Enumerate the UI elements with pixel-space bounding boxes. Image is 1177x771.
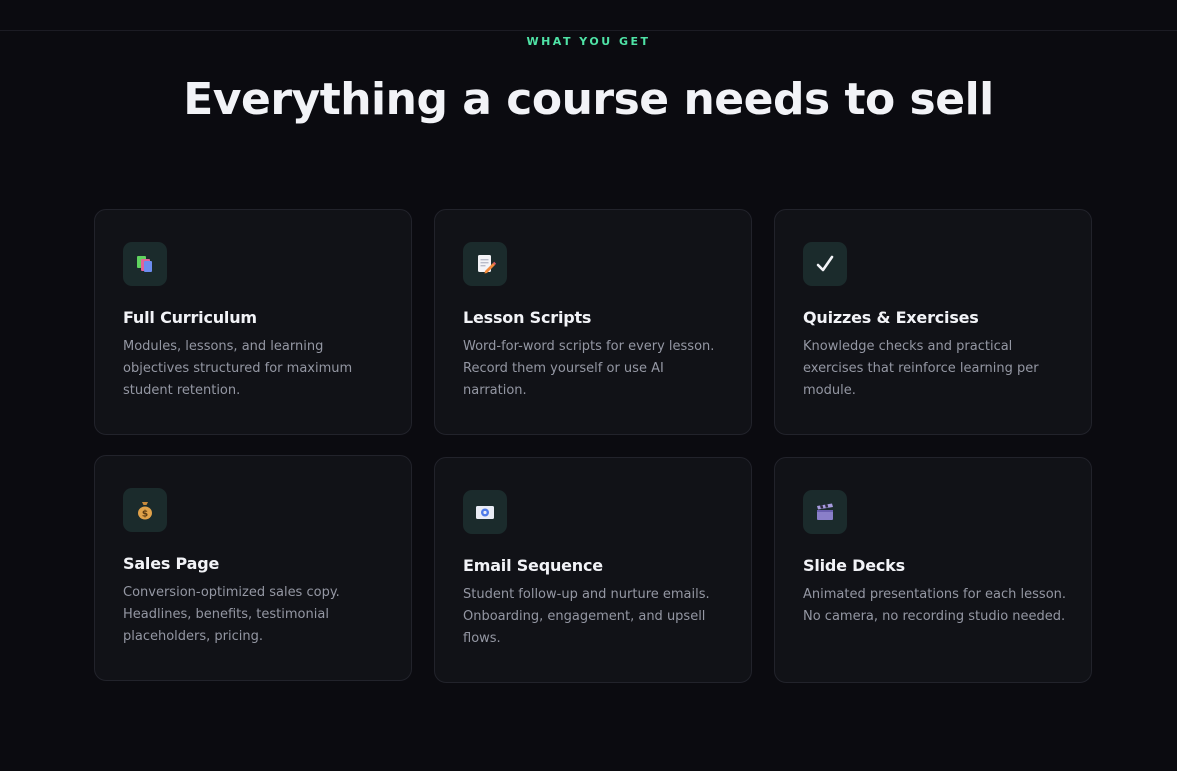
feature-card-slide-decks: Slide Decks Animated presentations for e… <box>774 457 1092 683</box>
section-title: Everything a course needs to sell <box>183 74 994 125</box>
svg-text:$: $ <box>142 510 148 520</box>
section-eyebrow: WHAT YOU GET <box>526 35 651 48</box>
feature-card-email-sequence: Email Sequence Student follow-up and nur… <box>434 457 752 683</box>
feature-card-lesson-scripts: Lesson Scripts Word-for-word scripts for… <box>434 209 752 435</box>
email-icon <box>463 490 507 534</box>
clapper-board-icon <box>803 490 847 534</box>
feature-title: Lesson Scripts <box>463 308 592 327</box>
top-divider <box>0 30 1177 31</box>
feature-description: Modules, lessons, and learning objective… <box>123 339 353 398</box>
feature-card-sales-page: $ Sales Page Conversion-optimized sales … <box>94 455 412 681</box>
feature-description: Knowledge checks and practical exercises… <box>803 339 1039 398</box>
feature-description: Conversion-optimized sales copy. Headlin… <box>123 585 340 644</box>
books-icon <box>123 242 167 286</box>
memo-pencil-icon <box>463 242 507 286</box>
feature-description: Word-for-word scripts for every lesson. … <box>463 339 715 398</box>
feature-description: Student follow-up and nurture emails. On… <box>463 587 710 646</box>
feature-card-quizzes-exercises: Quizzes & Exercises Knowledge checks and… <box>774 209 1092 435</box>
feature-card-full-curriculum: Full Curriculum Modules, lessons, and le… <box>94 209 412 435</box>
feature-title: Quizzes & Exercises <box>803 308 979 327</box>
feature-description: Animated presentations for each lesson. … <box>803 587 1067 624</box>
feature-title: Email Sequence <box>463 556 603 575</box>
feature-title: Sales Page <box>123 554 220 573</box>
money-bag-icon: $ <box>123 488 167 532</box>
feature-title: Full Curriculum <box>123 308 257 327</box>
feature-title: Slide Decks <box>803 556 905 575</box>
checkmark-icon <box>803 242 847 286</box>
